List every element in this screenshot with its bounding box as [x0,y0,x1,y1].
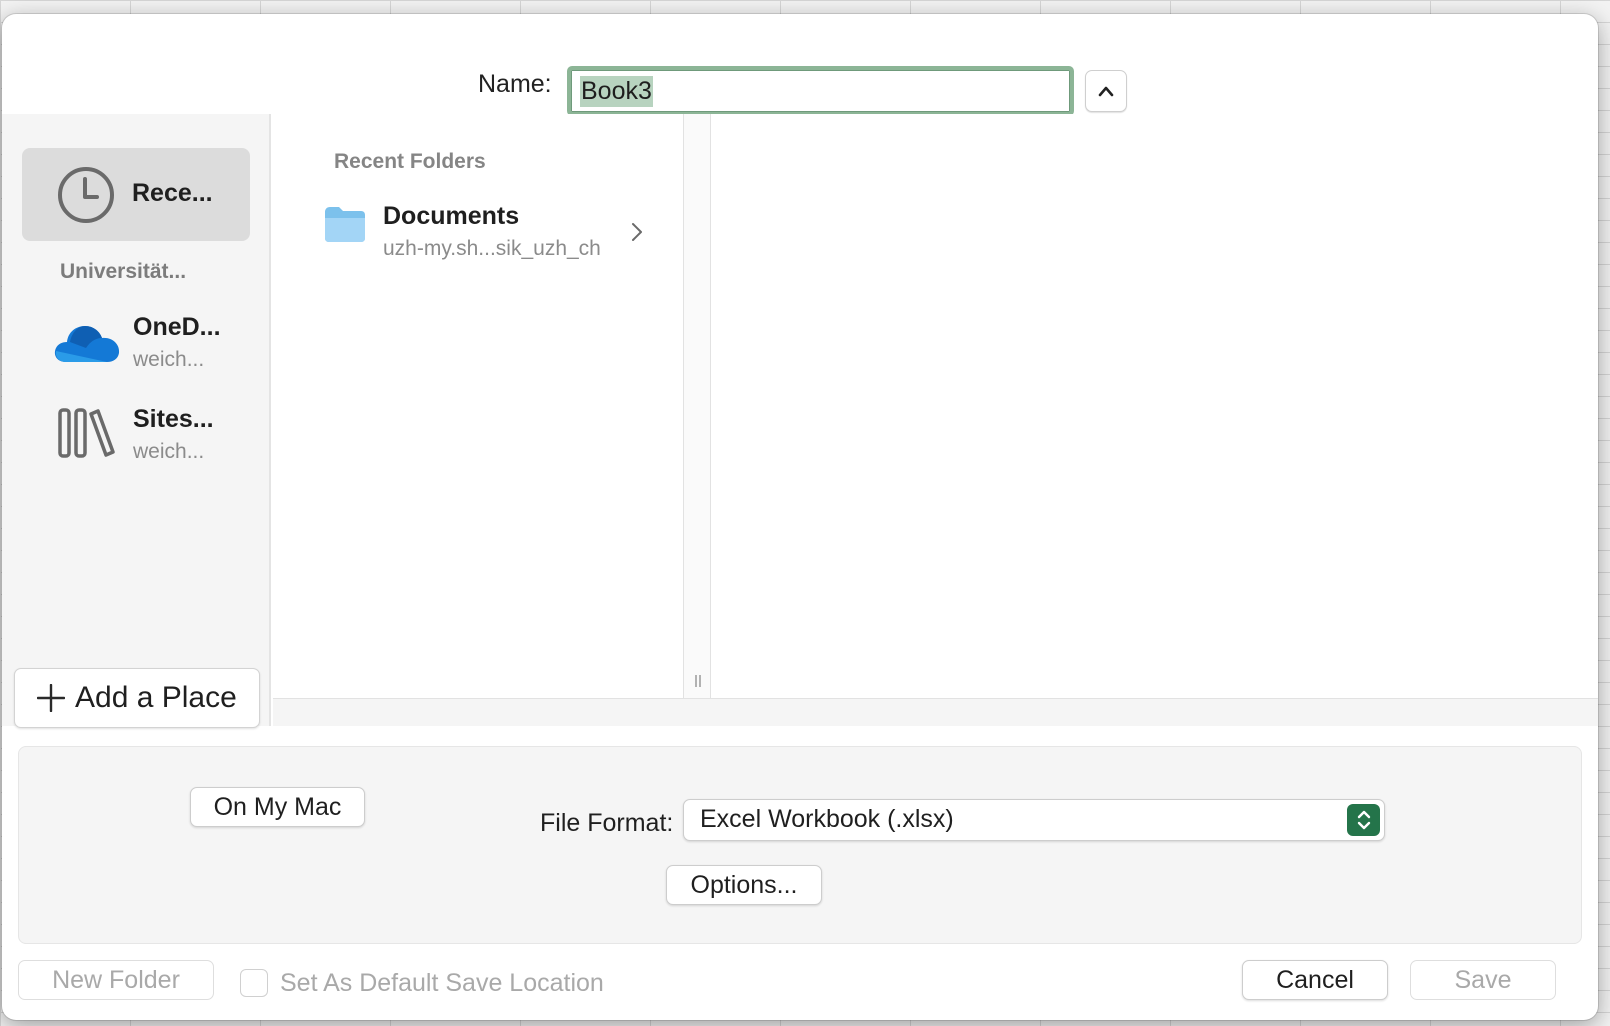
select-stepper-icon [1347,804,1380,836]
sidebar-item-recents[interactable]: Rece... [22,148,250,241]
name-label: Name: [478,70,552,98]
file-format-label: File Format: [540,809,674,837]
sidebar-item-onedrive-label: OneD... [133,313,221,341]
on-my-mac-button[interactable]: On My Mac [190,787,365,827]
sidebar-item-sites-sublabel: weich... [133,440,205,463]
sidebar-item-recents-label: Rece... [132,179,213,207]
options-panel: On My Mac File Format: Excel Workbook (.… [18,746,1582,944]
onedrive-cloud-icon [54,326,120,362]
resize-grip-icon [695,675,701,687]
cancel-button[interactable]: Cancel [1242,960,1388,1000]
sidebar-item-onedrive[interactable]: OneD... weich... [42,300,252,380]
options-button[interactable]: Options... [666,865,822,905]
add-place-label: Add a Place [75,681,237,714]
expand-dialog-button[interactable] [1085,70,1127,112]
sidebar-item-onedrive-sublabel: weich... [133,348,205,371]
filename-value[interactable]: Book3 [580,76,653,107]
default-location-label: Set As Default Save Location [280,969,604,997]
filename-input[interactable]: Book3 [567,66,1074,116]
default-location-checkbox[interactable] [240,969,268,997]
folder-path: uzh-my.sh...sik_uzh_ch [383,237,601,260]
file-format-value: Excel Workbook (.xlsx) [700,805,954,833]
save-dialog: Name: Book3 Rece... Universität... OneD.… [2,14,1598,1020]
new-folder-button[interactable]: New Folder [18,960,214,1000]
sidebar-item-sites[interactable]: Sites... weich... [42,394,252,474]
folder-name: Documents [383,202,520,230]
library-books-icon [58,408,115,458]
chevron-up-icon [1098,86,1114,97]
sidebar: Rece... Universität... OneD... weich... … [2,114,271,728]
clock-icon [58,167,114,223]
plus-icon [37,684,65,712]
browser-column-empty [711,114,1598,698]
column-header: Recent Folders [334,150,486,173]
column-resize-divider[interactable] [683,114,711,698]
folder-icon [325,207,365,242]
save-button[interactable]: Save [1410,960,1556,1000]
sidebar-item-sites-label: Sites... [133,405,214,433]
browser-column-recent: Recent Folders Documents uzh-my.sh...sik… [273,114,683,698]
sidebar-section-label: Universität... [60,260,187,283]
folder-row-documents[interactable]: Documents uzh-my.sh...sik_uzh_ch [323,196,653,260]
file-format-select[interactable]: Excel Workbook (.xlsx) [683,799,1385,841]
chevron-right-icon [632,223,642,241]
horizontal-scroll-area[interactable] [273,698,1598,726]
add-place-button[interactable]: Add a Place [14,668,260,728]
